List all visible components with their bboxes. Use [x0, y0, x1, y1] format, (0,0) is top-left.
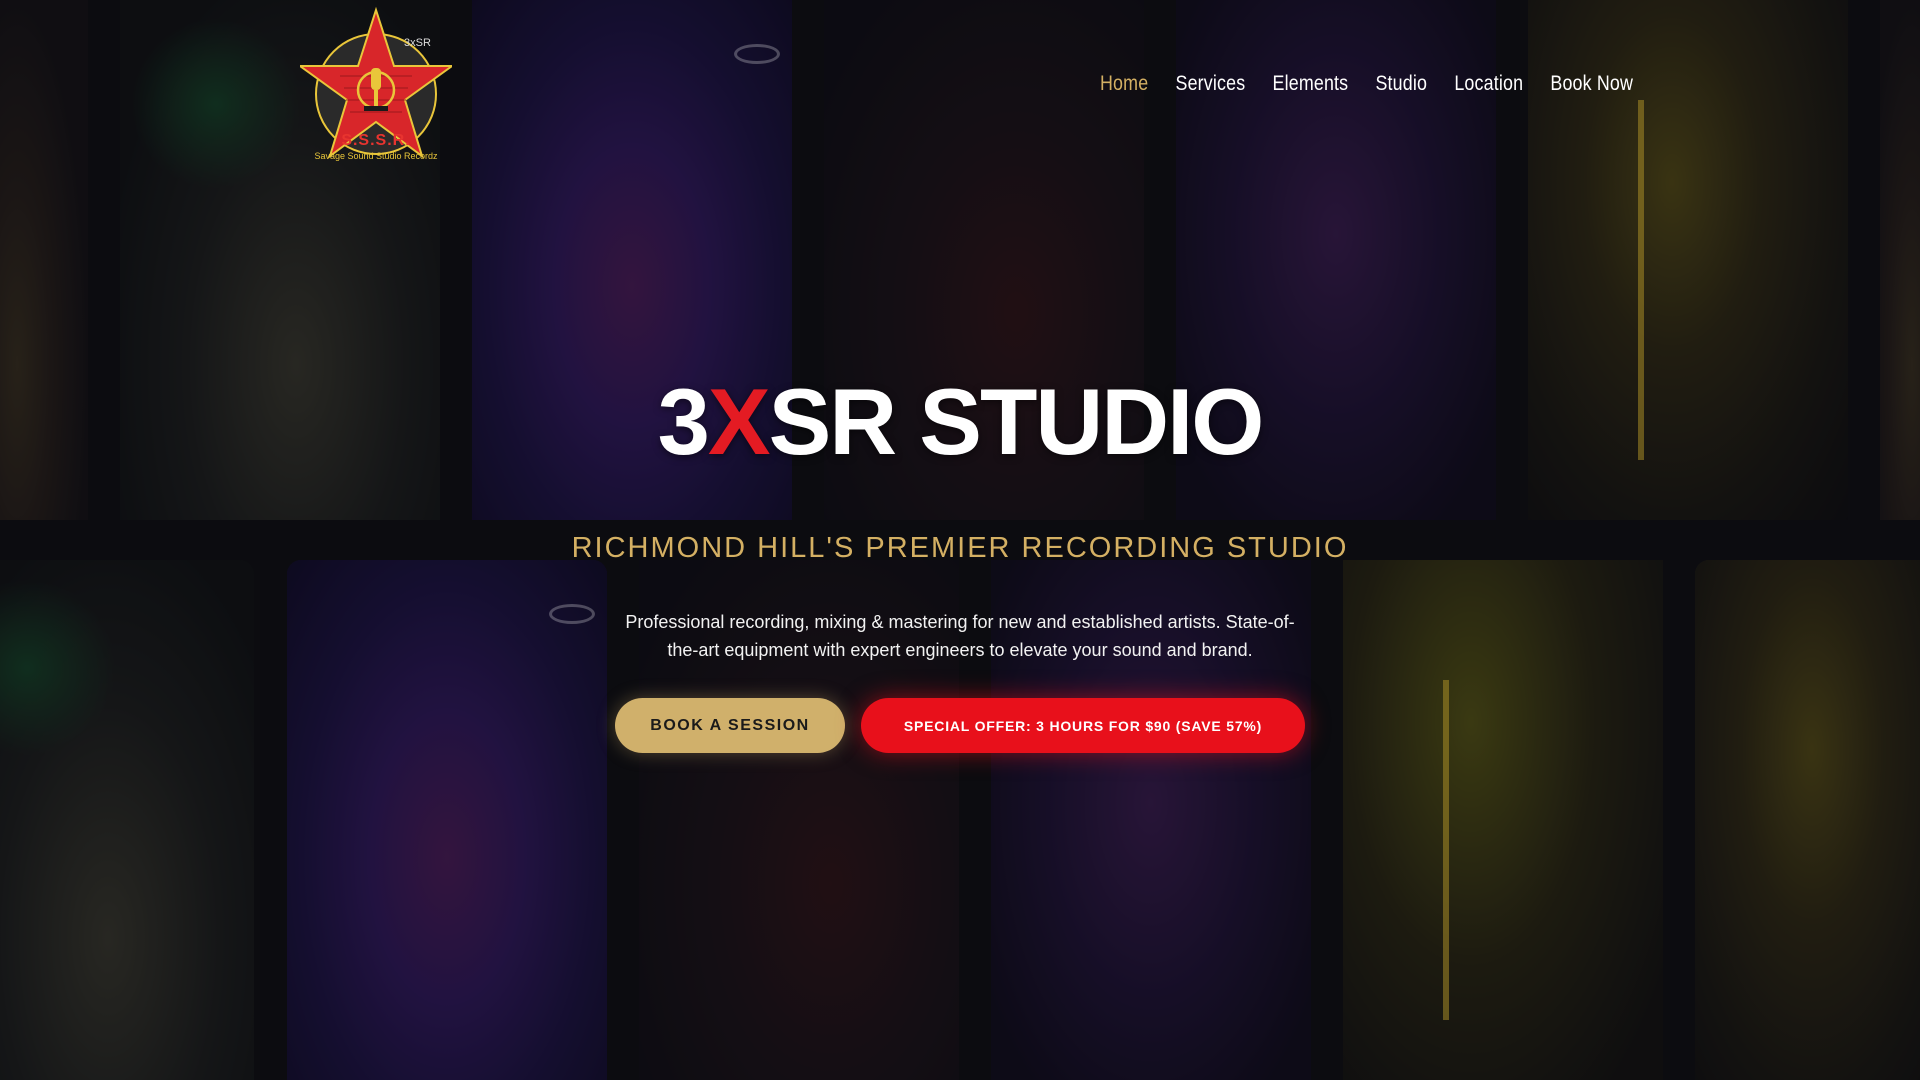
hero-title: 3XSR STUDIO: [657, 369, 1265, 474]
hero-title-accent: X: [707, 369, 771, 474]
site-header: 3xSR S.S.S.R. Savage Sound Studio Record…: [0, 0, 1920, 175]
main-navigation: Home Services Elements Studio Location B…: [1100, 72, 1633, 96]
nav-location[interactable]: Location: [1454, 72, 1523, 96]
logo-initials: S.S.S.R.: [341, 132, 411, 149]
svg-text:3xSR: 3xSR: [404, 37, 431, 49]
book-session-button[interactable]: BOOK A SESSION: [615, 698, 845, 753]
nav-book-now[interactable]: Book Now: [1550, 72, 1633, 96]
special-offer-button[interactable]: SPECIAL OFFER: 3 HOURS FOR $90 (SAVE 57%…: [861, 698, 1305, 753]
logo-name: Savage Sound Studio Recordz: [314, 151, 438, 161]
nav-studio[interactable]: Studio: [1375, 72, 1427, 96]
background-photo: [1695, 560, 1920, 1080]
background-photo: [0, 560, 254, 1080]
nav-services[interactable]: Services: [1176, 72, 1246, 96]
background-photo: [287, 560, 607, 1080]
background-photo: [1343, 560, 1663, 1080]
hero-subtitle: RICHMOND HILL'S PREMIER RECORDING STUDIO: [571, 532, 1349, 564]
nav-elements[interactable]: Elements: [1273, 72, 1349, 96]
nav-home[interactable]: Home: [1100, 72, 1148, 96]
hero-description: Professional recording, mixing & masteri…: [625, 612, 1295, 660]
